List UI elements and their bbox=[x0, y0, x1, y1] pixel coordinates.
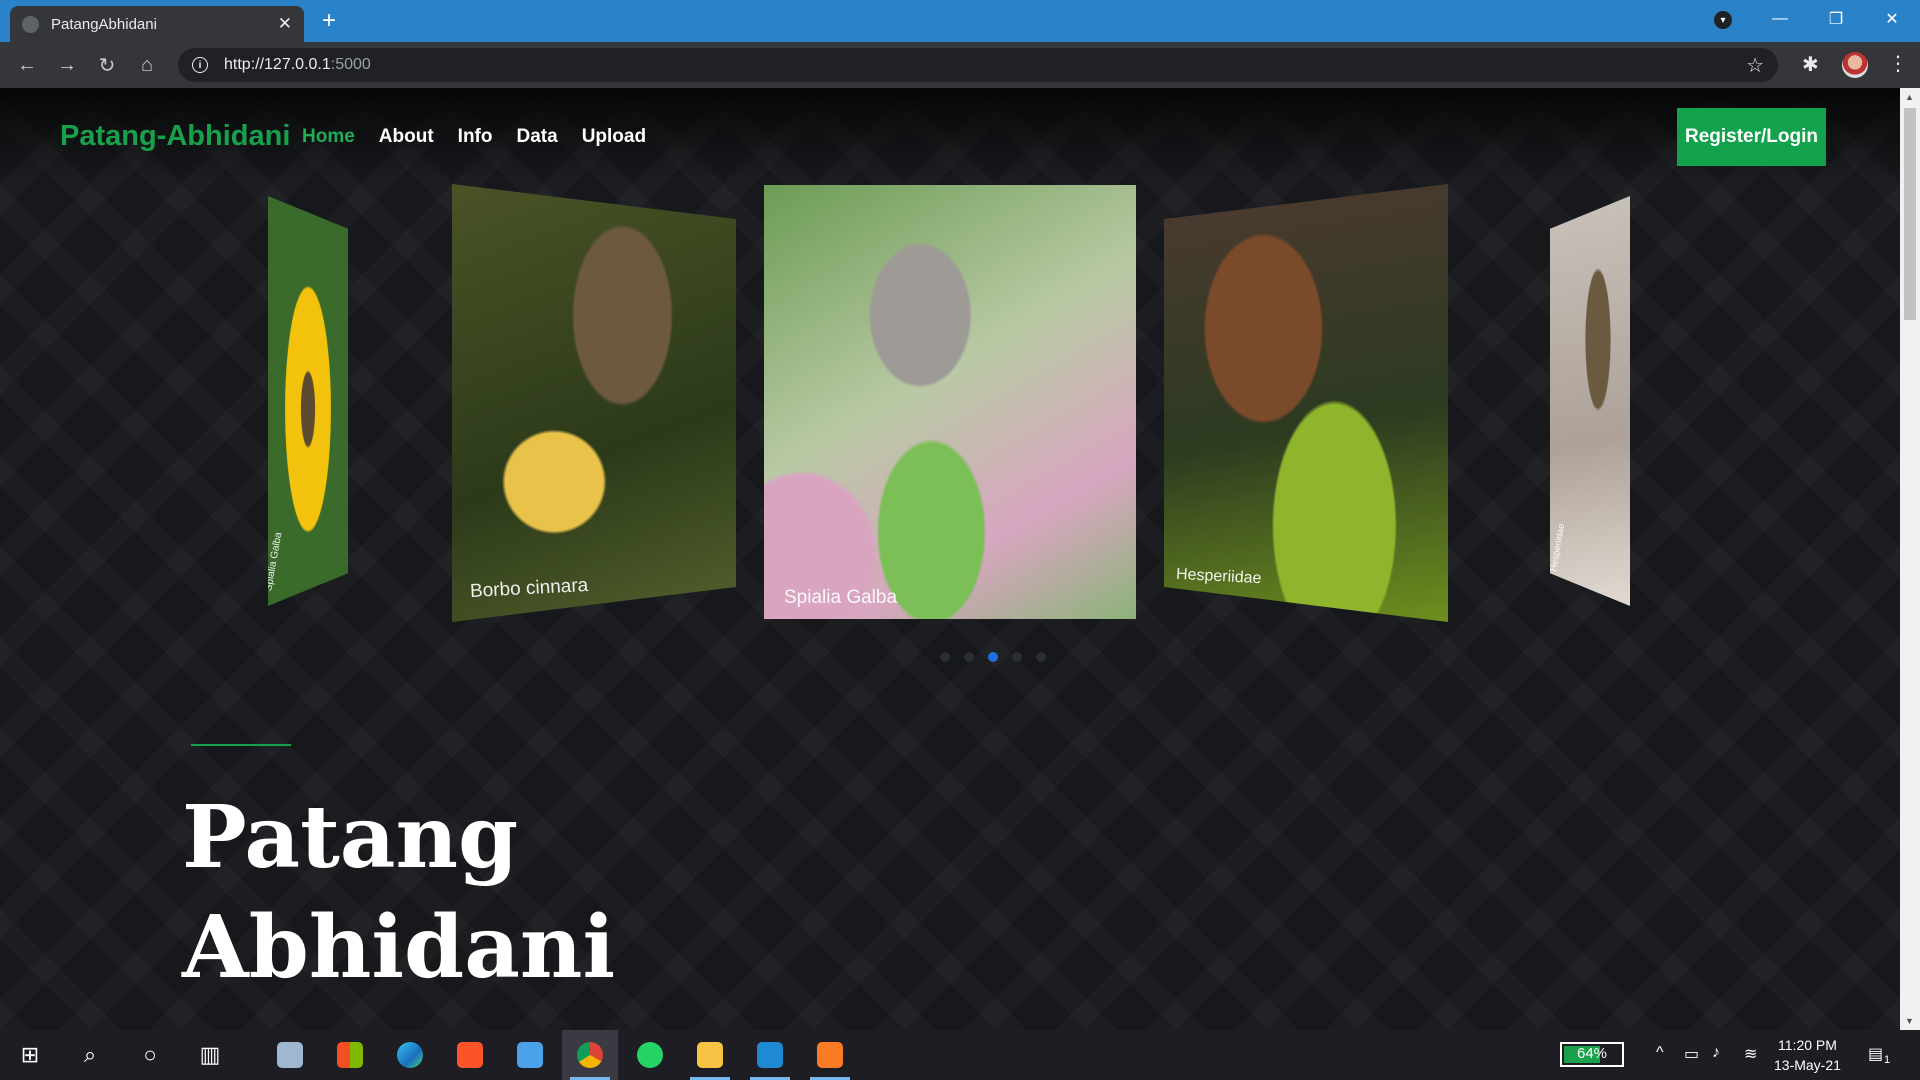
bookmark-star-icon[interactable]: ☆ bbox=[1746, 53, 1764, 78]
address-bar[interactable]: i http://127.0.0.1:5000 ☆ bbox=[178, 48, 1778, 82]
browser-tab[interactable]: PatangAbhidani ✕ bbox=[10, 6, 304, 42]
tab-title: PatangAbhidani bbox=[51, 15, 157, 33]
carousel-dot[interactable] bbox=[964, 652, 974, 662]
battery-icon[interactable]: ▭ bbox=[1684, 1044, 1699, 1064]
info-icon[interactable]: i bbox=[192, 57, 208, 73]
brave-icon[interactable] bbox=[442, 1030, 498, 1080]
battery-indicator[interactable]: 64% bbox=[1560, 1042, 1624, 1067]
minimize-icon[interactable]: — bbox=[1752, 0, 1808, 38]
volume-icon[interactable]: ♪ bbox=[1712, 1044, 1720, 1062]
tab-search-icon[interactable]: ▾ bbox=[1714, 11, 1732, 29]
extensions-puzzle-icon[interactable]: ✱ bbox=[1802, 52, 1819, 77]
tray-chevron-icon[interactable]: ^ bbox=[1656, 1044, 1664, 1062]
cortana-icon[interactable]: ○ bbox=[122, 1030, 178, 1080]
slide-caption: Spialia Galba bbox=[784, 587, 898, 608]
main-nav: Home About Info Data Upload bbox=[302, 126, 646, 148]
carousel-slide-center[interactable]: Spialia Galba bbox=[764, 185, 1136, 619]
hero-title-line-2: Abhidani bbox=[182, 897, 616, 998]
chrome-icon[interactable] bbox=[562, 1030, 618, 1080]
carousel-slide-left[interactable]: Borbo cinnara bbox=[452, 184, 736, 622]
slide-caption: Hesperiidae bbox=[1550, 522, 1567, 572]
slide-caption: Spialia Galba bbox=[268, 531, 285, 592]
carousel-slide-far-left[interactable]: Spialia Galba bbox=[268, 196, 348, 606]
carousel-dot-active[interactable] bbox=[988, 652, 998, 662]
web-page: Patang-Abhidani Home About Info Data Upl… bbox=[0, 88, 1900, 1030]
page-scrollbar[interactable]: ▲ ▼ bbox=[1900, 88, 1920, 1030]
forward-arrow-icon[interactable]: → bbox=[53, 52, 81, 78]
nav-data[interactable]: Data bbox=[517, 126, 558, 148]
scroll-up-icon[interactable]: ▲ bbox=[1905, 92, 1914, 102]
battery-percent: 64% bbox=[1576, 1045, 1608, 1062]
laptop-app-icon[interactable] bbox=[502, 1030, 558, 1080]
new-tab-icon[interactable]: + bbox=[322, 8, 336, 34]
url-host: http://127.0.0.1 bbox=[224, 56, 331, 73]
slide-caption: Borbo cinnara bbox=[469, 574, 589, 603]
carousel-dot[interactable] bbox=[940, 652, 950, 662]
computer-app-icon[interactable] bbox=[262, 1030, 318, 1080]
nav-home[interactable]: Home bbox=[302, 126, 355, 148]
file-explorer-icon[interactable] bbox=[682, 1030, 738, 1080]
carousel-slide-far-right[interactable]: Hesperiidae bbox=[1550, 196, 1630, 606]
carousel-pagination bbox=[940, 652, 1046, 662]
browser-tab-bar: PatangAbhidani ✕ + ▾ — ❐ ✕ bbox=[0, 0, 1920, 42]
back-arrow-icon[interactable]: ← bbox=[13, 52, 41, 78]
clock-time: 11:20 PM bbox=[1778, 1037, 1837, 1053]
xampp-icon[interactable] bbox=[802, 1030, 858, 1080]
close-tab-icon[interactable]: ✕ bbox=[278, 14, 292, 34]
home-icon[interactable]: ⌂ bbox=[133, 52, 161, 78]
notification-icon[interactable]: ▤ bbox=[1868, 1044, 1883, 1064]
windows-taskbar: ⊞ ⌕ ○ ▥ 64% ^ ▭ ♪ ≋ 11:20 PM 13-May-21 ▤… bbox=[0, 1030, 1920, 1080]
wifi-icon[interactable]: ≋ bbox=[1744, 1044, 1757, 1064]
nav-upload[interactable]: Upload bbox=[582, 126, 646, 148]
vscode-icon[interactable] bbox=[742, 1030, 798, 1080]
browser-menu-icon[interactable]: ⋮ bbox=[1888, 52, 1908, 76]
search-icon[interactable]: ⌕ bbox=[62, 1030, 118, 1080]
window-close-icon[interactable]: ✕ bbox=[1864, 0, 1920, 38]
store-icon[interactable] bbox=[322, 1030, 378, 1080]
url-port: :5000 bbox=[330, 56, 371, 73]
scrollbar-thumb[interactable] bbox=[1904, 108, 1916, 320]
scroll-down-icon[interactable]: ▼ bbox=[1905, 1016, 1914, 1026]
whatsapp-icon[interactable] bbox=[622, 1030, 678, 1080]
section-divider bbox=[191, 744, 291, 746]
hero-title-line-1: Patang bbox=[182, 787, 519, 888]
carousel-slide-right[interactable]: Hesperiidae bbox=[1164, 184, 1448, 622]
nav-about[interactable]: About bbox=[379, 126, 434, 148]
slide-caption: Hesperiidae bbox=[1175, 565, 1262, 588]
globe-icon bbox=[22, 15, 39, 33]
browser-toolbar: ← → ↻ ⌂ i http://127.0.0.1:5000 ☆ ✱ ⋮ bbox=[0, 42, 1920, 88]
carousel-dot[interactable] bbox=[1036, 652, 1046, 662]
task-view-icon[interactable]: ▥ bbox=[182, 1030, 238, 1080]
taskbar-clock[interactable]: 11:20 PM 13-May-21 bbox=[1774, 1035, 1841, 1075]
windows-start-icon[interactable]: ⊞ bbox=[2, 1030, 58, 1080]
site-brand-logo[interactable]: Patang-Abhidani bbox=[60, 120, 290, 153]
carousel-dot[interactable] bbox=[1012, 652, 1022, 662]
clock-date: 13-May-21 bbox=[1774, 1057, 1841, 1073]
reload-icon[interactable]: ↻ bbox=[93, 52, 121, 78]
restore-icon[interactable]: ❐ bbox=[1808, 0, 1864, 38]
nav-info[interactable]: Info bbox=[458, 126, 493, 148]
profile-avatar[interactable] bbox=[1842, 52, 1868, 78]
notification-count: 1 bbox=[1884, 1054, 1891, 1066]
edge-icon[interactable] bbox=[382, 1030, 438, 1080]
register-login-button[interactable]: Register/Login bbox=[1677, 108, 1826, 166]
